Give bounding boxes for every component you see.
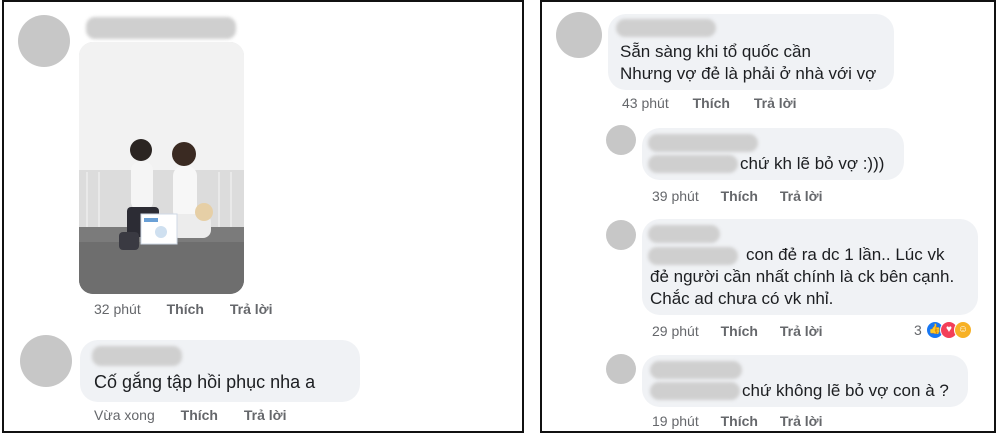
comment-bubble: Cố gắng tập hồi phục nha a [80,340,360,402]
reply-line: đẻ người cần nhất chính là ck bên cạnh. [650,267,955,286]
reply-button[interactable]: Trả lời [754,95,797,111]
comment-meta: 29 phút Thích Trả lời [652,323,822,339]
redacted-name[interactable] [648,225,720,243]
comment-text: Cố gắng tập hồi phục nha a [94,372,316,392]
redacted-text [650,382,740,400]
redacted-text [648,155,738,173]
timestamp[interactable]: 43 phút [622,95,669,111]
reply-button[interactable]: Trả lời [230,301,273,317]
right-screenshot-panel: Sẵn sàng khi tổ quốc cần Nhưng vợ đẻ là … [540,0,996,433]
like-button[interactable]: Thích [693,95,730,111]
reaction-count: 3 [914,322,922,338]
care-icon: ☺ [954,321,972,339]
redacted-text [648,247,738,265]
redacted-name[interactable] [92,346,182,366]
like-button[interactable]: Thích [181,407,218,423]
comment-photo[interactable] [79,42,244,294]
redacted-name[interactable] [86,17,236,39]
reply-line: Chắc ad chưa có vk nhỉ. [650,289,834,308]
avatar[interactable] [606,125,636,155]
redacted-name[interactable] [650,361,742,379]
comment-bubble: Sẵn sàng khi tổ quốc cần Nhưng vợ đẻ là … [608,14,894,90]
comment-meta: 39 phút Thích Trả lời [652,188,822,204]
avatar[interactable] [18,15,70,67]
timestamp[interactable]: 29 phút [652,323,699,339]
timestamp[interactable]: Vừa xong [94,407,155,423]
reply-text: chứ kh lẽ bỏ vợ :))) [740,154,885,173]
comment-meta: Vừa xong Thích Trả lời [94,407,287,423]
redacted-name[interactable] [616,19,716,37]
avatar[interactable] [20,335,72,387]
reply-bubble: chứ không lẽ bỏ vợ con à ? [642,355,968,407]
reply-button[interactable]: Trả lời [780,413,823,429]
reply-button[interactable]: Trả lời [244,407,287,423]
reply-button[interactable]: Trả lời [780,188,823,204]
comment-meta: 43 phút Thích Trả lời [622,95,796,111]
comment-meta: 32 phút Thích Trả lời [94,301,272,317]
timestamp[interactable]: 39 phút [652,188,699,204]
left-screenshot-panel: 32 phút Thích Trả lời Cố gắng tập hồi ph… [2,0,524,433]
reply-bubble: con đẻ ra dc 1 lần.. Lúc vk đẻ người cần… [642,219,978,315]
comment-line: Nhưng vợ đẻ là phải ở nhà với vợ [620,64,877,83]
like-button[interactable]: Thích [721,188,758,204]
comment-meta: 19 phút Thích Trả lời [652,413,822,429]
reply-line: con đẻ ra dc 1 lần.. Lúc vk [746,245,945,264]
comment-line: Sẵn sàng khi tổ quốc cần [620,42,811,61]
redacted-name[interactable] [648,134,758,152]
timestamp[interactable]: 32 phút [94,301,141,317]
reply-button[interactable]: Trả lời [780,323,823,339]
reply-bubble: chứ kh lẽ bỏ vợ :))) [642,128,904,180]
avatar[interactable] [556,12,602,58]
like-button[interactable]: Thích [721,413,758,429]
like-button[interactable]: Thích [167,301,204,317]
avatar[interactable] [606,354,636,384]
avatar[interactable] [606,220,636,250]
reply-text: chứ không lẽ bỏ vợ con à ? [742,381,949,400]
couple-photo-image [79,42,244,294]
like-button[interactable]: Thích [721,323,758,339]
timestamp[interactable]: 19 phút [652,413,699,429]
